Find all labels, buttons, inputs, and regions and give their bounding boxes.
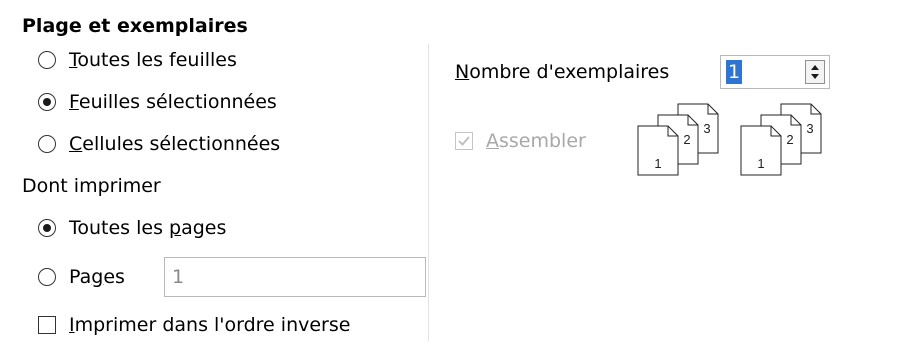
radio-selected-cells-label: Cellules sélectionnées — [69, 133, 281, 155]
copies-spin-field[interactable]: 1 — [720, 55, 830, 89]
preview-page-3: 3 — [806, 121, 813, 136]
radio-selected-cells[interactable]: Cellules sélectionnées — [38, 132, 328, 162]
radio-all-sheets[interactable]: Toutes les feuilles — [38, 48, 298, 78]
preview-page-2: 2 — [786, 132, 793, 147]
checkbox-reverse-order[interactable]: Imprimer dans l'ordre inverse — [38, 313, 398, 343]
preview-page-3: 3 — [703, 121, 710, 136]
checkbox-collate-label: Assembler — [486, 130, 586, 152]
preview-page-1: 1 — [757, 156, 764, 171]
checkbox-collate-box[interactable] — [455, 132, 473, 150]
radio-pages-label: Pages — [69, 266, 125, 288]
radio-all-pages-label: Toutes les pages — [69, 217, 227, 239]
preview-page-1: 1 — [654, 156, 661, 171]
copies-spin-buttons[interactable] — [805, 60, 825, 84]
checkbox-reverse-order-box[interactable] — [38, 316, 56, 334]
collate-preview-stack-2: 3 2 1 — [739, 103, 825, 177]
collate-preview-stack-1: 3 2 1 — [636, 103, 722, 177]
preview-page-2: 2 — [683, 132, 690, 147]
radio-selected-dot — [42, 97, 51, 106]
radio-all-pages[interactable]: Toutes les pages — [38, 216, 268, 246]
checkmark-icon — [458, 136, 470, 146]
radio-selected-sheets-indicator[interactable] — [38, 93, 56, 111]
radio-selected-sheets-label: Feuilles sélectionnées — [69, 91, 277, 113]
checkbox-collate[interactable]: Assembler — [455, 129, 615, 159]
radio-selected-sheets[interactable]: Feuilles sélectionnées — [38, 90, 328, 120]
radio-all-pages-indicator[interactable] — [38, 219, 56, 237]
document-stack-icon: 3 2 1 — [637, 103, 719, 176]
vertical-separator — [428, 44, 429, 341]
print-scope-title: Dont imprimer — [22, 175, 161, 197]
radio-all-sheets-indicator[interactable] — [38, 51, 56, 69]
copies-label: Nombre d'exemplaires — [455, 61, 670, 83]
spin-arrows-icon[interactable] — [806, 61, 824, 83]
radio-pages[interactable]: Pages — [38, 265, 148, 295]
checkbox-reverse-order-label: Imprimer dans l'ordre inverse — [69, 314, 351, 336]
copies-value[interactable]: 1 — [726, 60, 743, 84]
pages-range-input[interactable]: 1 — [164, 257, 426, 297]
radio-selected-cells-indicator[interactable] — [38, 135, 56, 153]
radio-pages-indicator[interactable] — [38, 268, 56, 286]
radio-selected-dot — [42, 223, 51, 232]
radio-all-sheets-label: Toutes les feuilles — [69, 49, 237, 71]
document-stack-icon: 3 2 1 — [740, 103, 822, 176]
range-title: Plage et exemplaires — [22, 15, 248, 37]
